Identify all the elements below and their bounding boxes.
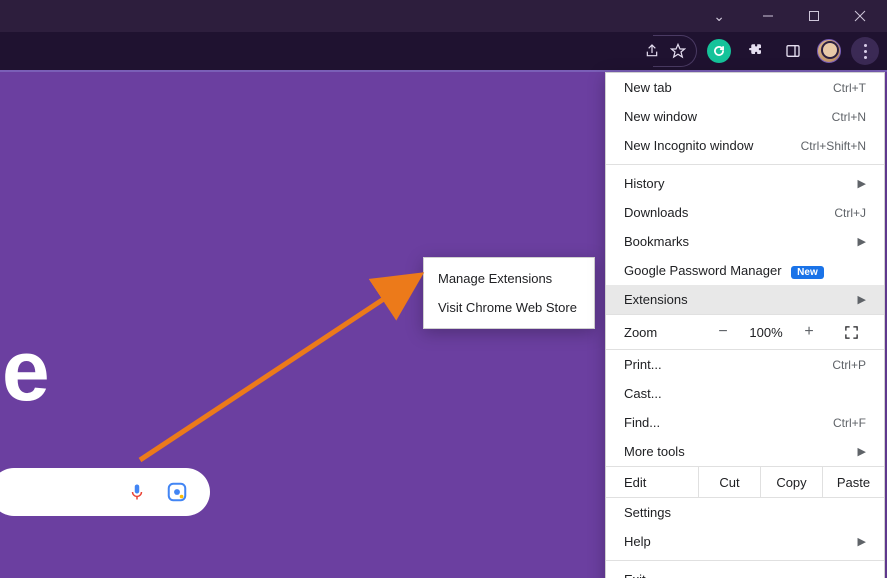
grammarly-extension-icon[interactable] <box>707 39 731 63</box>
browser-toolbar <box>0 32 887 72</box>
extensions-puzzle-icon[interactable] <box>741 37 769 65</box>
menu-more-tools[interactable]: More tools ▶ <box>606 437 884 466</box>
menu-item-label: New Incognito window <box>624 138 753 153</box>
menu-item-label: Print... <box>624 357 662 372</box>
menu-downloads[interactable]: Downloads Ctrl+J <box>606 198 884 227</box>
menu-print[interactable]: Print... Ctrl+P <box>606 350 884 379</box>
share-icon[interactable] <box>644 43 660 59</box>
chrome-main-menu: New tab Ctrl+T New window Ctrl+N New Inc… <box>605 72 885 578</box>
submenu-item-label: Manage Extensions <box>438 271 552 286</box>
menu-item-label: Bookmarks <box>624 234 689 249</box>
submenu-arrow-icon: ▶ <box>858 535 866 548</box>
menu-cast[interactable]: Cast... <box>606 379 884 408</box>
menu-new-window[interactable]: New window Ctrl+N <box>606 102 884 131</box>
menu-item-label: New tab <box>624 80 672 95</box>
menu-item-label: More tools <box>624 444 685 459</box>
menu-password-manager[interactable]: Google Password Manager New <box>606 256 884 285</box>
submenu-manage-extensions[interactable]: Manage Extensions <box>424 264 594 293</box>
close-button[interactable] <box>837 0 883 32</box>
menu-item-shortcut: Ctrl+F <box>833 416 866 430</box>
menu-bookmarks[interactable]: Bookmarks ▶ <box>606 227 884 256</box>
menu-divider <box>606 164 884 165</box>
chrome-menu-button[interactable] <box>851 37 879 65</box>
maximize-button[interactable] <box>791 0 837 32</box>
menu-item-shortcut: Ctrl+Shift+N <box>801 139 866 153</box>
tab-search-chevron-icon[interactable]: ⌄ <box>713 8 725 25</box>
edit-cut-button[interactable]: Cut <box>698 467 760 497</box>
menu-item-label: Find... <box>624 415 660 430</box>
menu-item-label: Google Password Manager New <box>624 263 824 278</box>
edit-paste-button[interactable]: Paste <box>822 467 884 497</box>
zoom-value: 100% <box>742 325 790 340</box>
menu-item-label: New window <box>624 109 697 124</box>
menu-find[interactable]: Find... Ctrl+F <box>606 408 884 437</box>
google-logo-fragment: le <box>0 322 48 421</box>
menu-edit-row: Edit Cut Copy Paste <box>606 466 884 498</box>
zoom-out-button[interactable]: − <box>704 315 742 349</box>
minimize-button[interactable] <box>745 0 791 32</box>
submenu-arrow-icon: ▶ <box>858 445 866 458</box>
submenu-arrow-icon: ▶ <box>858 235 866 248</box>
addressbar-right-cap <box>653 35 697 67</box>
fullscreen-button[interactable] <box>832 325 870 340</box>
menu-new-incognito[interactable]: New Incognito window Ctrl+Shift+N <box>606 131 884 160</box>
zoom-label: Zoom <box>624 325 704 340</box>
menu-history[interactable]: History ▶ <box>606 169 884 198</box>
menu-help[interactable]: Help ▶ <box>606 527 884 556</box>
google-search-bar[interactable] <box>0 468 210 516</box>
edit-copy-button[interactable]: Copy <box>760 467 822 497</box>
menu-item-label: History <box>624 176 664 191</box>
submenu-visit-web-store[interactable]: Visit Chrome Web Store <box>424 293 594 322</box>
menu-item-label: Settings <box>624 505 671 520</box>
google-lens-icon[interactable] <box>166 481 188 503</box>
menu-item-shortcut: Ctrl+N <box>832 110 866 124</box>
voice-search-mic-icon[interactable] <box>128 481 146 503</box>
menu-divider <box>606 560 884 561</box>
menu-item-shortcut: Ctrl+T <box>833 81 866 95</box>
menu-extensions[interactable]: Extensions ▶ <box>606 285 884 314</box>
menu-new-tab[interactable]: New tab Ctrl+T <box>606 73 884 102</box>
profile-avatar[interactable] <box>817 39 841 63</box>
zoom-in-button[interactable]: + <box>790 315 828 349</box>
menu-item-shortcut: Ctrl+J <box>834 206 866 220</box>
submenu-arrow-icon: ▶ <box>858 293 866 306</box>
menu-exit[interactable]: Exit <box>606 565 884 578</box>
menu-item-label: Exit <box>624 572 646 578</box>
menu-item-label: Help <box>624 534 651 549</box>
extensions-submenu: Manage Extensions Visit Chrome Web Store <box>423 257 595 329</box>
edit-label: Edit <box>606 467 698 497</box>
bookmark-star-icon[interactable] <box>670 43 686 59</box>
submenu-arrow-icon: ▶ <box>858 177 866 190</box>
three-dots-icon <box>864 44 867 59</box>
menu-item-shortcut: Ctrl+P <box>832 358 866 372</box>
menu-item-label: Extensions <box>624 292 688 307</box>
menu-item-label: Cast... <box>624 386 662 401</box>
submenu-item-label: Visit Chrome Web Store <box>438 300 577 315</box>
titlebar: ⌄ <box>0 0 887 32</box>
menu-zoom-row: Zoom − 100% + <box>606 314 884 350</box>
new-badge: New <box>791 266 824 279</box>
menu-settings[interactable]: Settings <box>606 498 884 527</box>
menu-item-label: Downloads <box>624 205 688 220</box>
side-panel-icon[interactable] <box>779 37 807 65</box>
